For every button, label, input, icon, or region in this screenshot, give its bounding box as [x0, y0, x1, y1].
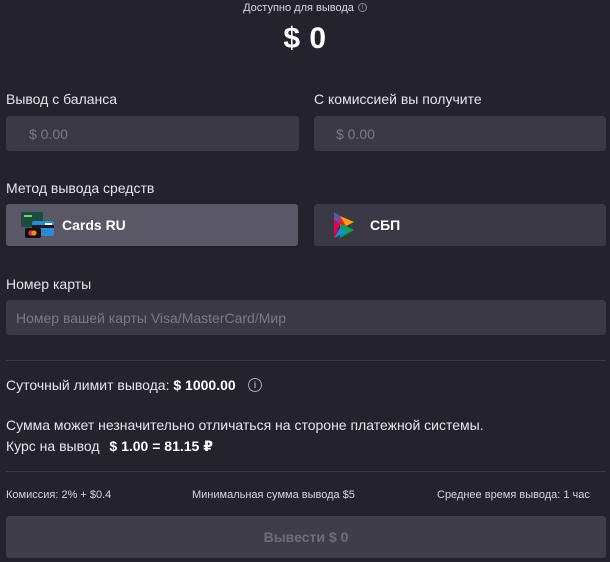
method-option-sbp[interactable]: СБП — [314, 204, 606, 246]
receive-amount-label: С комиссией вы получите — [314, 91, 482, 107]
method-option-label: Cards RU — [62, 217, 126, 233]
method-option-label: СБП — [370, 217, 401, 233]
sbp-logo-icon — [334, 212, 354, 238]
info-icon[interactable]: i — [248, 378, 262, 392]
exchange-rate-value: $ 1.00 = 81.15 ₽ — [109, 438, 213, 454]
divider — [6, 471, 606, 472]
card-number-label: Номер карты — [6, 276, 92, 292]
withdraw-button[interactable]: Вывести $ 0 — [6, 516, 606, 558]
available-label: Доступно для вывода — [243, 1, 354, 14]
method-option-cards-ru[interactable]: Cards RU — [6, 204, 298, 246]
receive-amount-field — [314, 116, 606, 151]
card-number-field[interactable] — [6, 300, 606, 335]
receive-amount-input — [336, 116, 606, 151]
withdraw-button-amount: $ 0 — [328, 529, 349, 545]
min-amount-info: Минимальная сумма вывода $5 — [192, 489, 355, 501]
system-note: Сумма может незначительно отличаться на … — [6, 417, 484, 433]
card-number-input[interactable] — [16, 300, 606, 335]
withdraw-button-label: Вывести — [263, 529, 325, 545]
divider — [6, 360, 606, 361]
info-icon[interactable]: i — [357, 3, 367, 12]
withdraw-amount-input[interactable] — [29, 116, 299, 151]
available-balance: $ 0 — [283, 22, 327, 55]
bank-cards-icon — [21, 212, 54, 238]
daily-limit-label: Суточный лимит вывода: — [6, 377, 170, 393]
exchange-rate-label: Курс на вывод — [6, 438, 100, 454]
commission-info: Комиссия: 2% + $0.4 — [6, 489, 112, 501]
exchange-rate: Курс на вывод $ 1.00 = 81.15 ₽ — [6, 438, 213, 455]
withdraw-amount-label: Вывод с баланса — [6, 91, 118, 107]
avg-time-info: Среднее время вывода: 1 час — [437, 489, 590, 501]
withdraw-panel: Доступно для вывода i $ 0 Вывод с баланс… — [0, 0, 610, 562]
available-row: Доступно для вывода i — [0, 0, 610, 15]
withdraw-amount-field[interactable] — [6, 116, 299, 151]
method-label: Метод вывода средств — [6, 180, 155, 196]
daily-limit-value: $ 1000.00 — [173, 377, 236, 393]
daily-limit: Суточный лимит вывода: $ 1000.00 — [6, 377, 236, 393]
